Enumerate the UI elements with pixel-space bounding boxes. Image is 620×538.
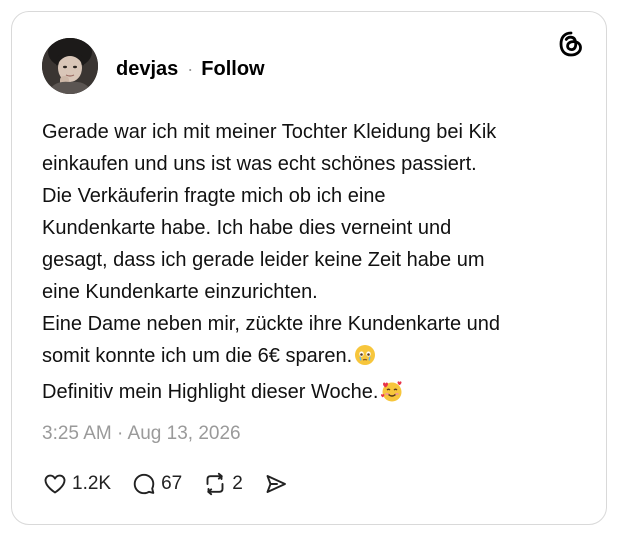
- threads-logo-icon[interactable]: [556, 29, 586, 59]
- post-text-line: einkaufen und uns ist was echt schönes p…: [42, 153, 477, 175]
- like-count: 1.2K: [72, 473, 112, 494]
- reply-count: 67: [161, 473, 183, 494]
- follow-button[interactable]: Follow: [201, 58, 264, 81]
- username[interactable]: devjas: [116, 58, 178, 81]
- post-timestamp: 3:25 AM · Aug 13, 2026: [42, 423, 241, 444]
- post-text-line: Eine Dame neben mir, zückte ihre Kundenk…: [42, 313, 501, 335]
- like-button[interactable]: 1.2K: [42, 471, 111, 497]
- post-text-line: Definitiv mein Highlight dieser Woche.: [42, 381, 379, 403]
- post-text-line-with-emoji: somit konnte ich um die 6€ sparen.: [42, 340, 582, 376]
- repost-icon: [206, 472, 224, 496]
- smiling-face-with-hearts-emoji-icon: [380, 380, 404, 412]
- post-text-line: Gerade war ich mit meiner Tochter Kleidu…: [42, 121, 497, 143]
- repost-count: 2: [232, 473, 243, 494]
- action-bar: 1.2K 67 2: [42, 470, 309, 498]
- holding-back-tears-emoji-icon: [354, 344, 376, 376]
- post-text-line-with-emoji: Definitiv mein Highlight dieser Woche.: [42, 376, 582, 412]
- post-text-line: gesagt, dass ich gerade leider keine Zei…: [42, 249, 485, 271]
- send-icon: [266, 475, 286, 493]
- post-text-line: somit konnte ich um die 6€ sparen.: [42, 345, 353, 367]
- post-text-line: eine Kundenkarte einzurichten.: [42, 281, 318, 303]
- heart-icon: [44, 474, 66, 494]
- comment-icon: [133, 473, 155, 495]
- post-text: Gerade war ich mit meiner Tochter Kleidu…: [42, 116, 582, 412]
- separator-dot: ·: [187, 58, 194, 79]
- post-text-line: Die Verkäuferin fragte mich ob ich eine: [42, 185, 386, 207]
- avatar[interactable]: [42, 38, 98, 94]
- reply-button[interactable]: 67: [131, 471, 182, 497]
- share-button[interactable]: [263, 471, 289, 497]
- post-header: devjas · Follow: [116, 56, 265, 82]
- repost-button[interactable]: 2: [202, 471, 243, 497]
- post-text-line: Kundenkarte habe. Ich habe dies verneint…: [42, 217, 452, 239]
